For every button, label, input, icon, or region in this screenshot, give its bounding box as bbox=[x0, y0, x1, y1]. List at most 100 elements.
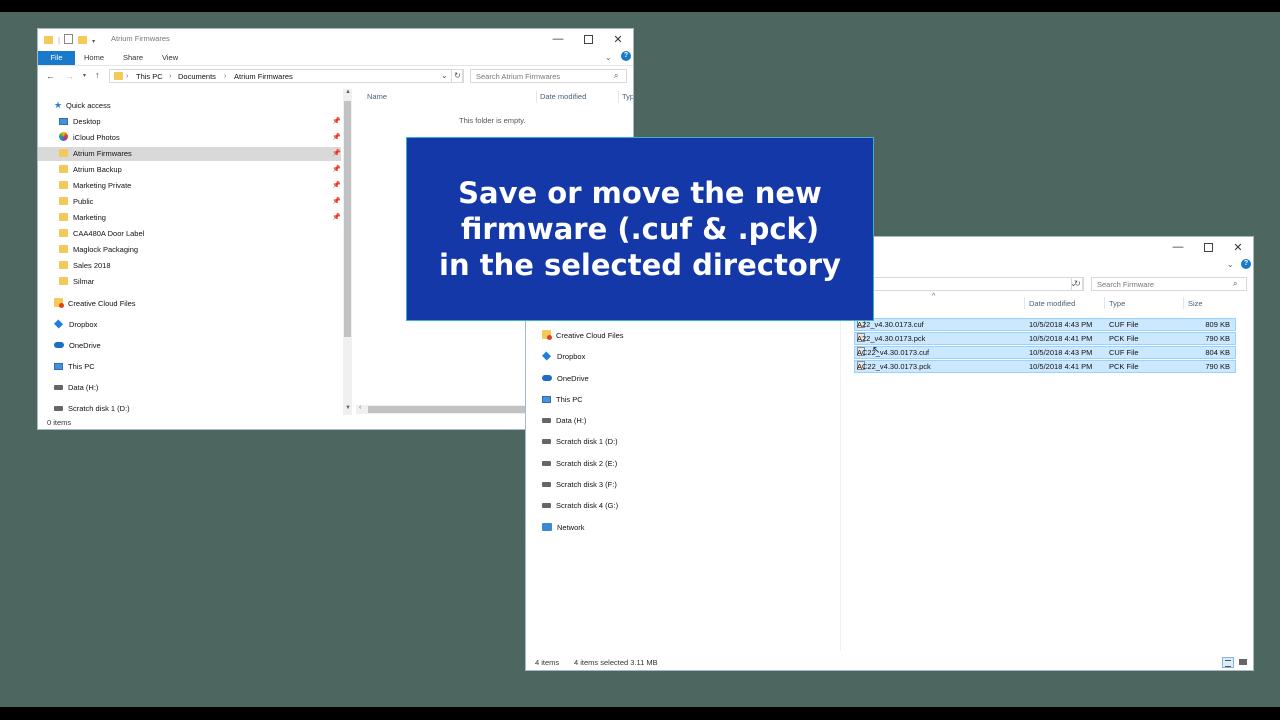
pin-icon[interactable]: 📌 bbox=[332, 131, 341, 145]
nav-onedrive[interactable]: OneDrive bbox=[542, 372, 589, 386]
onedrive-icon bbox=[54, 342, 64, 348]
column-header-size[interactable]: Size bbox=[1188, 296, 1203, 312]
search-input[interactable]: Search Firmware bbox=[1097, 280, 1154, 289]
scroll-up-icon[interactable]: ▲ bbox=[345, 89, 351, 95]
file-row[interactable]: A22_v4.30.0173.cuf 10/5/2018 4:43 PM CUF… bbox=[854, 318, 1236, 331]
breadcrumb-this-pc[interactable]: This PC bbox=[136, 72, 163, 81]
status-selection: 4 items selected 3.11 MB bbox=[574, 658, 658, 667]
nav-item-maglock-packaging[interactable]: Maglock Packaging bbox=[59, 243, 138, 257]
pin-icon[interactable]: 📌 bbox=[332, 147, 341, 161]
ribbon-tab-view[interactable]: View bbox=[162, 51, 178, 65]
refresh-button[interactable]: ↻ bbox=[1071, 277, 1084, 291]
nav-item-silmar[interactable]: Silmar bbox=[59, 275, 94, 289]
nav-this-pc[interactable]: This PC bbox=[542, 393, 583, 407]
pin-icon[interactable]: 📌 bbox=[332, 195, 341, 209]
file-row[interactable]: AC22_v4.30.0173.pck 10/5/2018 4:41 PM PC… bbox=[854, 360, 1236, 373]
nav-item-atrium-firmwares[interactable]: Atrium Firmwares 📌 bbox=[38, 147, 341, 161]
search-input[interactable]: Search Atrium Firmwares bbox=[476, 72, 560, 81]
pin-icon[interactable]: 📌 bbox=[332, 115, 341, 129]
column-header-name[interactable]: Name bbox=[367, 89, 387, 105]
nav-scratch-disk-4[interactable]: Scratch disk 4 (G:) bbox=[542, 499, 618, 513]
navigation-pane[interactable]: ★ Quick access Desktop 📌 iCloud Photos 📌 At… bbox=[38, 89, 343, 413]
column-header-type[interactable]: Typ bbox=[622, 89, 633, 105]
navigation-pane[interactable]: Creative Cloud Files Dropbox OneDrive Th… bbox=[526, 325, 840, 645]
chevron-down-icon[interactable]: ⌄ bbox=[1227, 260, 1234, 269]
file-row[interactable]: A22_v4.30.0173.pck 10/5/2018 4:41 PM PCK… bbox=[854, 332, 1236, 345]
nav-scrollbar[interactable]: ▲ ▼ bbox=[343, 89, 352, 415]
nav-item-sales-2018[interactable]: Sales 2018 bbox=[59, 259, 111, 273]
nav-item-marketing-private[interactable]: Marketing Private 📌 bbox=[59, 179, 341, 193]
nav-onedrive[interactable]: OneDrive bbox=[54, 339, 101, 353]
scrollbar-thumb[interactable] bbox=[368, 406, 528, 413]
recent-locations-icon[interactable]: ▾ bbox=[83, 72, 86, 79]
nav-item-desktop[interactable]: Desktop 📌 bbox=[59, 115, 341, 129]
nav-data-h[interactable]: Data (H:) bbox=[542, 414, 586, 428]
back-arrow-icon[interactable]: ← bbox=[46, 71, 55, 81]
minimize-button[interactable]: — bbox=[1163, 237, 1193, 257]
breadcrumb-documents[interactable]: Documents bbox=[178, 72, 216, 81]
ribbon-tab-file[interactable]: File bbox=[38, 51, 75, 65]
column-header-type[interactable]: Type bbox=[1109, 296, 1125, 312]
maximize-button[interactable] bbox=[1193, 237, 1223, 257]
nav-creative-cloud-files[interactable]: Creative Cloud Files bbox=[54, 297, 136, 311]
properties-icon[interactable] bbox=[64, 34, 74, 44]
up-arrow-icon[interactable]: ↑ bbox=[95, 70, 100, 80]
column-header-date-modified[interactable]: Date modified bbox=[1029, 296, 1075, 312]
nav-data-h[interactable]: Data (H:) bbox=[54, 381, 98, 395]
nav-label: Maglock Packaging bbox=[73, 245, 139, 254]
nav-item-atrium-backup[interactable]: Atrium Backup 📌 bbox=[59, 163, 341, 177]
file-date: 10/5/2018 4:43 PM bbox=[1029, 348, 1093, 357]
pin-icon[interactable]: 📌 bbox=[332, 179, 341, 193]
ribbon-tab-share[interactable]: Share bbox=[123, 51, 143, 65]
nav-dropbox[interactable]: Dropbox bbox=[53, 318, 97, 332]
scrollbar-thumb[interactable] bbox=[344, 101, 351, 337]
nav-network[interactable]: Network bbox=[542, 521, 585, 535]
chevron-down-icon[interactable]: ▾ bbox=[92, 39, 95, 45]
address-bar[interactable]: ⌄ bbox=[866, 277, 1083, 291]
help-icon[interactable]: ? bbox=[621, 51, 631, 61]
breadcrumb-atrium-firmwares[interactable]: Atrium Firmwares bbox=[234, 72, 293, 81]
pin-icon[interactable]: 📌 bbox=[332, 163, 341, 177]
refresh-icon: ↻ bbox=[1074, 279, 1081, 288]
nav-scratch-disk-1[interactable]: Scratch disk 1 (D:) bbox=[542, 435, 618, 449]
close-button[interactable]: ✕ bbox=[1223, 237, 1253, 257]
details-view-button[interactable] bbox=[1222, 657, 1234, 668]
search-box[interactable]: Search Atrium Firmwares ⌕ bbox=[470, 69, 627, 83]
large-icons-view-button[interactable] bbox=[1237, 657, 1249, 668]
nav-item-caa480a-door-label[interactable]: CAA480A Door Label bbox=[59, 227, 144, 241]
onedrive-icon bbox=[542, 375, 552, 381]
scroll-left-icon[interactable]: ‹ bbox=[359, 404, 361, 411]
nav-item-marketing[interactable]: Marketing 📌 bbox=[59, 211, 341, 225]
nav-item-icloud-photos[interactable]: iCloud Photos 📌 bbox=[59, 131, 341, 145]
search-box[interactable]: Search Firmware ⌕ bbox=[1091, 277, 1247, 291]
refresh-button[interactable]: ↻ bbox=[451, 69, 464, 83]
pin-icon[interactable]: 📌 bbox=[332, 211, 341, 225]
nav-this-pc[interactable]: This PC bbox=[54, 360, 95, 374]
nav-creative-cloud-files[interactable]: Creative Cloud Files bbox=[542, 329, 624, 343]
help-icon[interactable]: ? bbox=[1241, 259, 1251, 269]
drive-icon bbox=[542, 482, 551, 487]
nav-item-public[interactable]: Public 📌 bbox=[59, 195, 341, 209]
ribbon-tab-home[interactable]: Home bbox=[84, 51, 104, 65]
nav-scratch-disk-3[interactable]: Scratch disk 3 (F:) bbox=[542, 478, 617, 492]
maximize-button[interactable] bbox=[573, 29, 603, 49]
address-bar[interactable]: › This PC › Documents › Atrium Firmwares… bbox=[109, 69, 463, 83]
scroll-down-icon[interactable]: ▼ bbox=[345, 405, 351, 411]
nav-scratch-disk-2[interactable]: Scratch disk 2 (E:) bbox=[542, 457, 617, 471]
file-type: PCK File bbox=[1109, 362, 1139, 371]
nav-quick-access[interactable]: ★ Quick access bbox=[54, 99, 111, 113]
close-button[interactable]: ✕ bbox=[603, 29, 633, 49]
chevron-down-icon[interactable]: ⌄ bbox=[605, 53, 612, 62]
nav-dropbox[interactable]: Dropbox bbox=[541, 350, 585, 364]
column-header-date-modified[interactable]: Date modified bbox=[540, 89, 586, 105]
nav-label: OneDrive bbox=[557, 374, 589, 383]
minimize-icon: — bbox=[1172, 241, 1184, 253]
new-folder-icon[interactable] bbox=[78, 36, 88, 44]
nav-scratch-disk-1[interactable]: Scratch disk 1 (D:) bbox=[54, 402, 130, 416]
nav-label: Data (H:) bbox=[68, 383, 99, 392]
forward-arrow-icon[interactable]: → bbox=[65, 71, 74, 81]
nav-label: Data (H:) bbox=[556, 416, 587, 425]
file-row[interactable]: AC22_v4.30.0173.cuf 10/5/2018 4:43 PM CU… bbox=[854, 346, 1236, 359]
minimize-button[interactable]: — bbox=[543, 29, 573, 49]
chevron-down-icon[interactable]: ⌄ bbox=[441, 71, 448, 80]
